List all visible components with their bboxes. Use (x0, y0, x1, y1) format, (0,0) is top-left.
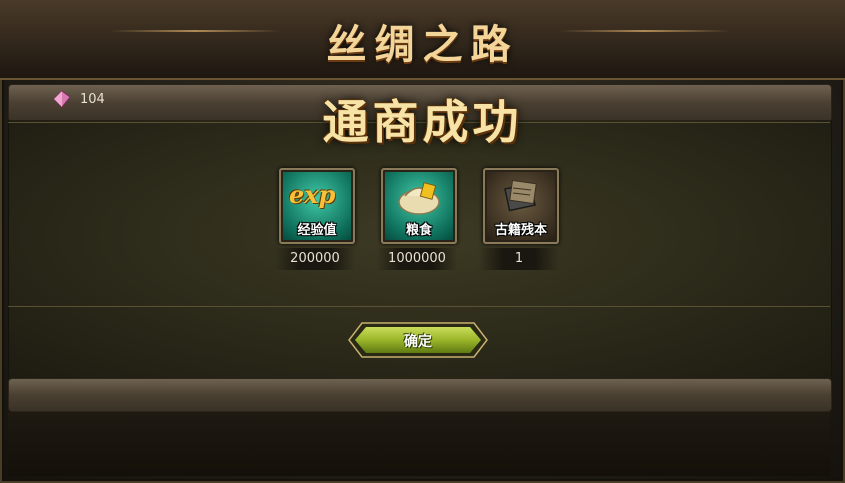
grain-sack-icon (398, 182, 440, 215)
reward-quantity: 1000000 (377, 248, 457, 270)
panel-divider-bottom (8, 306, 830, 307)
ancient-book-icon (504, 179, 537, 212)
reward-item-grain[interactable]: 粮食 (381, 168, 457, 244)
confirm-button-shape (348, 322, 488, 358)
reward-item-exp[interactable]: exp 经验值 (279, 168, 355, 244)
confirm-button[interactable]: 确定 (348, 322, 488, 358)
exp-icon: exp (289, 180, 336, 209)
reward-item-ancient-book[interactable]: 古籍残本 (483, 168, 559, 244)
success-banner: 通商成功 (322, 95, 523, 149)
title-bar: 丝绸之路 (0, 0, 845, 80)
dialog-title: 丝绸之路 (326, 21, 519, 68)
reward-quantity: 1 (479, 248, 559, 270)
reward-label: 古籍残本 (494, 223, 547, 238)
reward-label: 粮食 (405, 223, 432, 238)
reward-label: 经验值 (297, 223, 337, 238)
bottom-area (8, 412, 830, 476)
reward-quantity: 200000 (275, 248, 355, 270)
scroll-bottom-bar (8, 378, 832, 412)
